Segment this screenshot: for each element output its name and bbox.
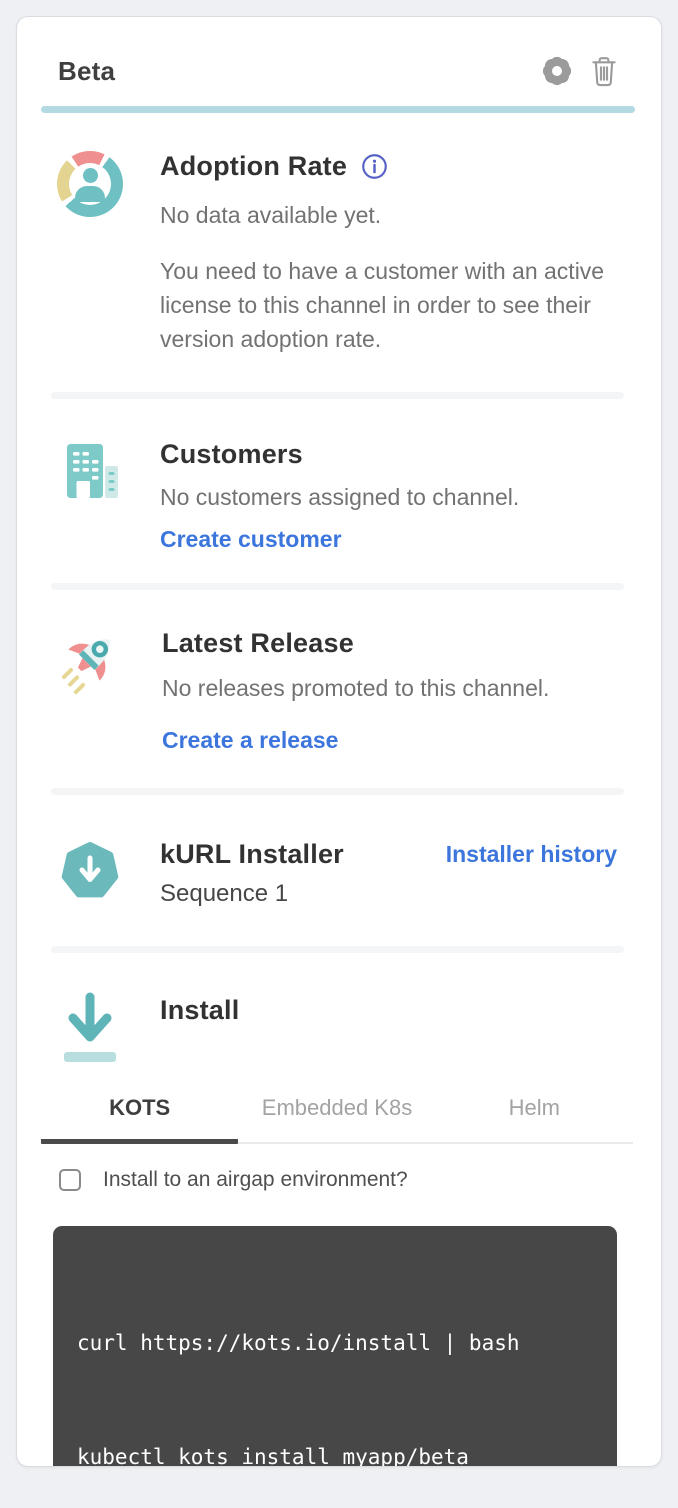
card-header: Beta — [17, 17, 661, 89]
customers-section: Customers No customers assigned to chann… — [17, 399, 661, 583]
airgap-checkbox[interactable] — [59, 1169, 81, 1191]
create-customer-link[interactable]: Create customer — [160, 526, 342, 553]
rocket-icon — [57, 628, 125, 696]
kurl-installer-section: kURL Installer Installer history Sequenc… — [17, 795, 661, 946]
channel-accent-rule — [41, 106, 635, 113]
header-actions — [539, 53, 619, 89]
trash-icon[interactable] — [589, 54, 619, 88]
channel-title: Beta — [58, 56, 115, 87]
adoption-rate-section: Adoption Rate No data available yet. You… — [17, 113, 661, 392]
section-divider — [51, 583, 624, 590]
section-divider — [51, 946, 624, 953]
kurl-sequence-label: Sequence 1 — [160, 880, 617, 908]
latest-release-empty-text: No releases promoted to this channel. — [162, 671, 617, 705]
airgap-label: Install to an airgap environment? — [103, 1168, 408, 1192]
adoption-description: You need to have a customer with an acti… — [160, 254, 612, 356]
customers-empty-text: No customers assigned to channel. — [160, 480, 617, 514]
heptagon-download-icon — [58, 839, 122, 903]
tab-embedded-k8s[interactable]: Embedded K8s — [238, 1089, 435, 1144]
tab-kots[interactable]: KOTS — [41, 1089, 238, 1144]
section-divider — [51, 392, 624, 399]
adoption-rate-title: Adoption Rate — [160, 151, 347, 182]
install-command-block[interactable]: curl https://kots.io/install | bash kube… — [53, 1226, 617, 1467]
install-tabs: KOTS Embedded K8s Helm — [41, 1089, 633, 1144]
adoption-empty-text: No data available yet. — [160, 198, 617, 232]
airgap-row: Install to an airgap environment? — [59, 1168, 617, 1192]
kurl-installer-title: kURL Installer — [160, 839, 344, 870]
install-section: Install — [17, 953, 661, 1063]
buildings-icon — [58, 439, 122, 503]
latest-release-section: Latest Release No releases promoted to t… — [17, 590, 661, 788]
channel-card: Beta Adoption Rate — [16, 16, 662, 1467]
info-icon[interactable] — [361, 153, 388, 180]
install-title: Install — [160, 995, 239, 1026]
adoption-donut-user-icon — [57, 151, 123, 217]
command-line-1: curl https://kots.io/install | bash — [77, 1324, 593, 1362]
installer-history-link[interactable]: Installer history — [446, 841, 617, 868]
customers-title: Customers — [160, 439, 303, 470]
section-divider — [51, 788, 624, 795]
gear-icon[interactable] — [539, 53, 575, 89]
command-line-2: kubectl kots install myapp/beta — [77, 1438, 593, 1467]
create-release-link[interactable]: Create a release — [162, 727, 338, 754]
download-arrow-icon — [58, 991, 122, 1063]
latest-release-title: Latest Release — [162, 628, 354, 659]
tab-helm[interactable]: Helm — [436, 1089, 633, 1144]
